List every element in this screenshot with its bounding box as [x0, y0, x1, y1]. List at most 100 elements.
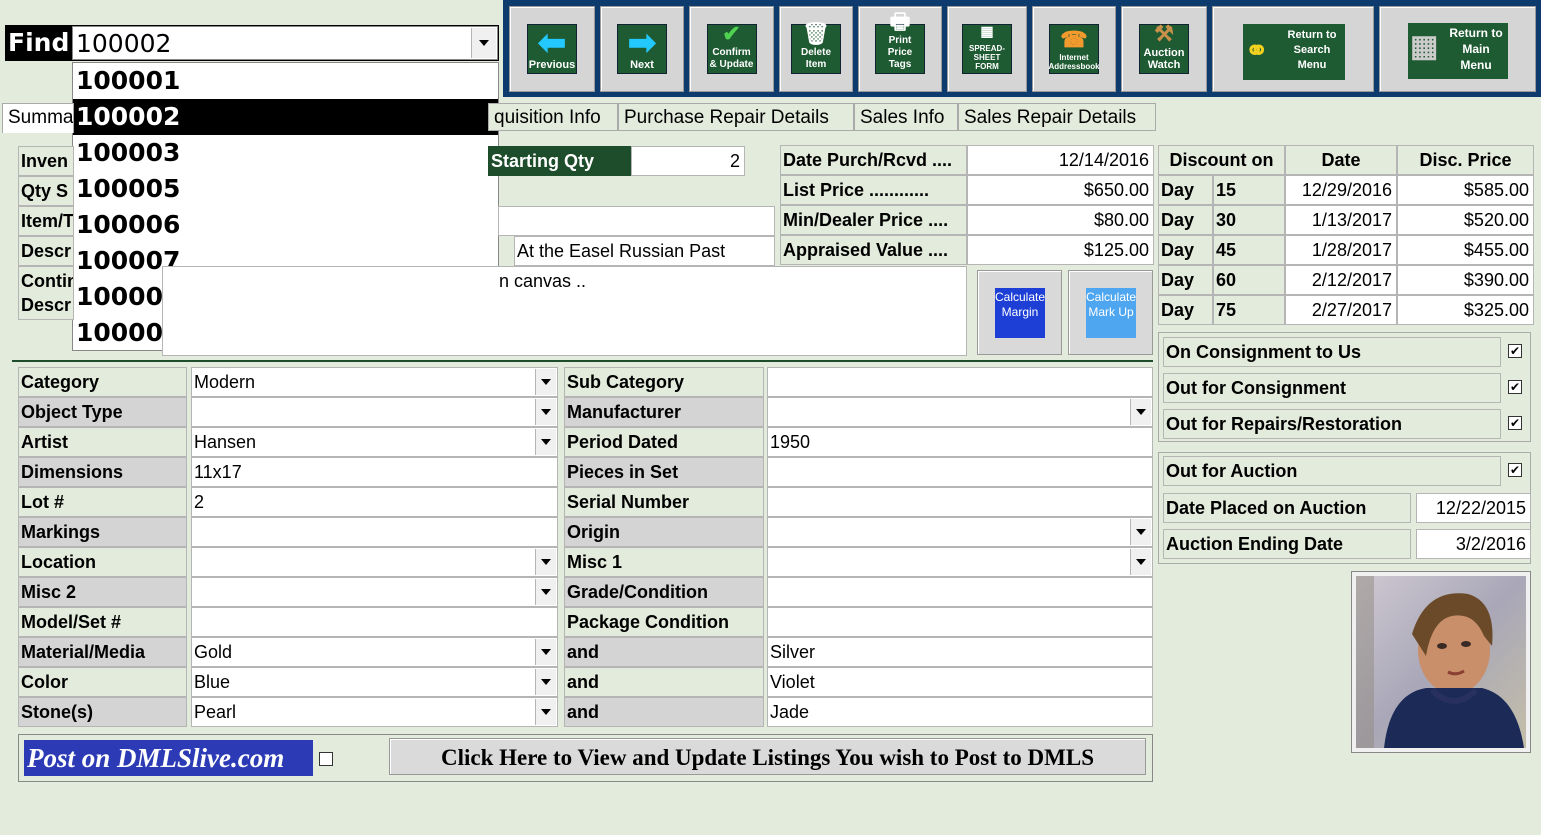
discount-day-field[interactable]: 75 — [1213, 295, 1285, 325]
date-placed-auction-field[interactable]: 12/22/2015 — [1416, 493, 1531, 523]
previous-button[interactable]: ⬅ Previous — [509, 6, 595, 92]
print-price-tags-button[interactable]: 🖶 Print Price Tags — [858, 6, 942, 92]
checkmark-icon: ✔ — [722, 21, 741, 46]
find-option[interactable]: 100006 — [73, 207, 498, 243]
detail-combo[interactable] — [191, 547, 558, 577]
item-title-field[interactable] — [498, 206, 775, 236]
find-option[interactable]: 100005 — [73, 171, 498, 207]
tab-sales-info[interactable]: Sales Info — [854, 103, 958, 131]
find-option[interactable]: 100003 — [73, 135, 498, 171]
next-button[interactable]: ➡ Next — [600, 6, 684, 92]
detail-field[interactable] — [767, 577, 1153, 607]
chevron-down-icon[interactable] — [535, 429, 556, 455]
chevron-down-icon[interactable] — [535, 699, 556, 725]
chevron-down-icon[interactable] — [1130, 399, 1151, 425]
delete-item-button[interactable]: 🗑 Delete Item — [779, 6, 853, 92]
discount-date-field[interactable]: 12/29/2016 — [1285, 175, 1397, 205]
detail-combo[interactable]: Modern — [191, 367, 558, 397]
chevron-down-icon[interactable] — [1130, 519, 1151, 545]
find-option[interactable]: 100001 — [73, 63, 498, 99]
min-dealer-price-field[interactable]: $80.00 — [967, 205, 1154, 235]
chevron-down-icon[interactable] — [535, 369, 556, 395]
out-for-repairs-checkbox[interactable]: ✔ — [1508, 416, 1522, 430]
description-extra-field[interactable]: At the Easel Russian Past — [514, 236, 775, 266]
tab-sales-repair-details[interactable]: Sales Repair Details — [958, 103, 1156, 131]
detail-field[interactable] — [767, 457, 1153, 487]
detail-combo[interactable]: Blue — [191, 667, 558, 697]
dmls-logo: Post on DMLSlive.com — [24, 740, 313, 776]
auction-watch-button[interactable]: ⚒ Auction Watch — [1121, 6, 1207, 92]
detail-field[interactable]: Violet — [767, 667, 1153, 697]
discount-day-field[interactable]: 15 — [1213, 175, 1285, 205]
arrow-left-icon: ⬅ — [537, 24, 567, 62]
item-photo[interactable] — [1351, 571, 1531, 753]
detail-combo[interactable] — [767, 547, 1153, 577]
discount-price-field[interactable]: $390.00 — [1397, 265, 1534, 295]
chevron-down-icon[interactable] — [535, 549, 556, 575]
chevron-down-icon[interactable] — [535, 669, 556, 695]
detail-field[interactable]: Silver — [767, 637, 1153, 667]
auction-ending-date-field[interactable]: 3/2/2016 — [1416, 529, 1531, 559]
chevron-down-icon[interactable] — [535, 639, 556, 665]
return-to-search-button[interactable]: ⚭ Return to Search Menu — [1212, 6, 1374, 92]
detail-combo[interactable]: Gold — [191, 637, 558, 667]
detail-field[interactable]: 2 — [191, 487, 558, 517]
discount-date-field[interactable]: 1/13/2017 — [1285, 205, 1397, 235]
find-combo[interactable]: 100002 — [72, 26, 498, 60]
detail-field[interactable]: Jade — [767, 697, 1153, 727]
detail-field[interactable] — [767, 607, 1153, 637]
discount-date-field[interactable]: 2/27/2017 — [1285, 295, 1397, 325]
detail-field[interactable] — [191, 517, 558, 547]
confirm-update-button[interactable]: ✔ Confirm & Update — [689, 6, 774, 92]
detail-combo[interactable] — [191, 577, 558, 607]
calculator-icon: Calculate Margin — [995, 288, 1045, 338]
tab-purchase-repair-details[interactable]: Purchase Repair Details — [618, 103, 854, 131]
date-purch-field[interactable]: 12/14/2016 — [967, 145, 1154, 175]
starting-qty-label: Starting Qty — [488, 146, 631, 176]
discount-date-field[interactable]: 2/12/2017 — [1285, 265, 1397, 295]
tab-acquisition-info[interactable]: quisition Info — [488, 103, 618, 131]
return-to-main-button[interactable]: ▦ Return to Main Menu — [1379, 6, 1536, 92]
calculate-margin-button[interactable]: Calculate Margin — [977, 270, 1062, 355]
detail-combo[interactable] — [767, 397, 1153, 427]
detail-combo[interactable] — [191, 397, 558, 427]
post-dmls-checkbox[interactable] — [319, 752, 333, 766]
starting-qty-field[interactable]: 2 — [631, 146, 745, 176]
detail-combo[interactable]: Hansen — [191, 427, 558, 457]
tab-summary[interactable]: Summa — [2, 103, 74, 133]
discount-price-field[interactable]: $585.00 — [1397, 175, 1534, 205]
detail-field[interactable]: 1950 — [767, 427, 1153, 457]
detail-field[interactable]: 11x17 — [191, 457, 558, 487]
list-price-field[interactable]: $650.00 — [967, 175, 1154, 205]
grid-menu-icon: ▦ — [1410, 30, 1439, 63]
find-option[interactable]: 100002 — [73, 99, 498, 135]
discount-date-header: Date — [1285, 145, 1397, 175]
chevron-down-icon[interactable] — [535, 399, 556, 425]
detail-field[interactable] — [191, 607, 558, 637]
chevron-down-icon[interactable] — [535, 579, 556, 605]
discount-price-field[interactable]: $520.00 — [1397, 205, 1534, 235]
discount-day-field[interactable]: 60 — [1213, 265, 1285, 295]
out-for-auction-checkbox[interactable]: ✔ — [1508, 463, 1522, 477]
internet-addressbook-button[interactable]: ☎ Internet Addressbook — [1032, 6, 1116, 92]
spreadsheet-form-button[interactable]: ▦ SPREAD-SHEET FORM — [947, 6, 1027, 92]
calculate-markup-button[interactable]: Calculate Mark Up — [1068, 270, 1153, 355]
view-update-listings-button[interactable]: Click Here to View and Update Listings Y… — [389, 738, 1146, 775]
detail-field[interactable] — [767, 367, 1153, 397]
continued-description-field[interactable]: n canvas .. — [162, 266, 967, 356]
discount-day-field[interactable]: 30 — [1213, 205, 1285, 235]
detail-label: Model/Set # — [18, 607, 187, 637]
detail-combo[interactable]: Pearl — [191, 697, 558, 727]
detail-field[interactable] — [767, 487, 1153, 517]
out-for-consignment-checkbox[interactable]: ✔ — [1508, 380, 1522, 394]
appraised-value-field[interactable]: $125.00 — [967, 235, 1154, 265]
discount-day-field[interactable]: 45 — [1213, 235, 1285, 265]
detail-label: Location — [18, 547, 187, 577]
discount-date-field[interactable]: 1/28/2017 — [1285, 235, 1397, 265]
on-consignment-checkbox[interactable]: ✔ — [1508, 344, 1522, 358]
discount-price-field[interactable]: $325.00 — [1397, 295, 1534, 325]
find-dropdown-icon[interactable] — [471, 28, 496, 58]
discount-price-field[interactable]: $455.00 — [1397, 235, 1534, 265]
detail-combo[interactable] — [767, 517, 1153, 547]
chevron-down-icon[interactable] — [1130, 549, 1151, 575]
